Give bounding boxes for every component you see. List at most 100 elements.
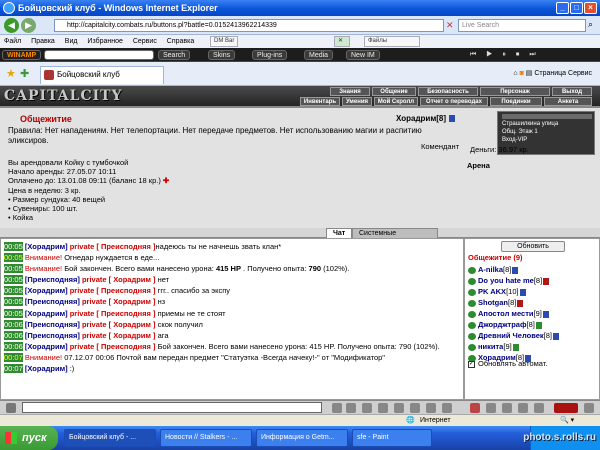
- chat-timestamp[interactable]: 00:06: [4, 330, 23, 340]
- location-link[interactable]: Страшилкина улица: [502, 120, 590, 128]
- commandant-link[interactable]: Комендант: [421, 142, 459, 151]
- online-user-name[interactable]: Древний Человек: [478, 331, 544, 340]
- chat-timestamp[interactable]: 00:05: [4, 264, 23, 274]
- chat-private-target[interactable]: private [ Преисподняя ]: [68, 242, 156, 251]
- map-icon[interactable]: [502, 403, 512, 413]
- menu-file[interactable]: Файл: [4, 35, 21, 48]
- print-icon[interactable]: ▤: [526, 70, 533, 77]
- media-button[interactable]: Media: [304, 50, 334, 60]
- chat-private-target[interactable]: private [ Преисподняя ]: [68, 309, 156, 318]
- chat-sender[interactable]: [Преисподняя]: [25, 331, 80, 340]
- private-message-icon[interactable]: [468, 299, 476, 307]
- private-message-icon[interactable]: [468, 343, 476, 351]
- x-tool-icon[interactable]: ✕: [334, 36, 350, 47]
- online-user-name[interactable]: Апостол мести: [478, 309, 534, 318]
- forward-icon[interactable]: ▶: [21, 18, 36, 33]
- online-user[interactable]: Shotgan[8]: [467, 297, 599, 308]
- favorites-star-icon[interactable]: ★: [6, 67, 16, 80]
- chat-sender[interactable]: [Хорадрим]: [25, 364, 68, 373]
- chat-timestamp[interactable]: 00:05: [4, 242, 23, 251]
- chat-sender[interactable]: [Преисподняя]: [25, 297, 80, 306]
- chat-timestamp[interactable]: 00:06: [4, 341, 23, 351]
- task-fight-club[interactable]: Бойцовский клуб - ...: [64, 429, 156, 447]
- location-link[interactable]: Вход-VIP: [502, 136, 590, 144]
- nav-knowledge[interactable]: Знания: [330, 87, 370, 96]
- online-user[interactable]: Джорджтраф[8]: [467, 319, 599, 330]
- online-user[interactable]: Апостол мести[9]: [467, 308, 599, 319]
- menu-favorites[interactable]: Избранное: [87, 35, 122, 48]
- private-message-icon[interactable]: [468, 332, 476, 340]
- search-input[interactable]: Live Search: [458, 19, 586, 32]
- chat-private-target[interactable]: private [ Хорадрим ]: [80, 275, 156, 284]
- online-user-name[interactable]: никита: [478, 342, 503, 351]
- nav-security[interactable]: Безопасность: [418, 87, 478, 96]
- menu-tools[interactable]: Сервис: [133, 35, 157, 48]
- user-info-icon[interactable]: [542, 310, 549, 318]
- chat-timestamp[interactable]: 00:07: [4, 364, 23, 374]
- arena-link[interactable]: Арена: [467, 161, 490, 170]
- start-button[interactable]: пуск: [0, 426, 58, 450]
- inventory-icon[interactable]: [486, 403, 496, 413]
- user-info-icon[interactable]: [512, 343, 519, 351]
- log-icon[interactable]: [442, 403, 452, 413]
- menu-edit[interactable]: Правка: [31, 35, 55, 48]
- chat-sender[interactable]: [Преисподняя]: [25, 320, 80, 329]
- battle-icon[interactable]: [470, 403, 480, 413]
- user-info-icon[interactable]: [535, 321, 542, 329]
- chat-sender[interactable]: [Преисподняя]: [25, 275, 80, 284]
- menu-help[interactable]: Справка: [167, 35, 194, 48]
- files-dropdown[interactable]: Файлы: [364, 36, 420, 47]
- chat-timestamp[interactable]: 00:05: [4, 275, 23, 285]
- chat-private-target[interactable]: private [ Преисподняя ]: [68, 286, 156, 295]
- chat-sender[interactable]: [Хорадрим]: [25, 286, 68, 295]
- back-icon[interactable]: ◀: [4, 18, 19, 33]
- menu-view[interactable]: Вид: [65, 35, 78, 48]
- character-name[interactable]: Хорадрим[8]: [396, 114, 456, 123]
- winamp-search-input[interactable]: [44, 50, 154, 60]
- task-stalkers-news[interactable]: Новости // Stalkers - ...: [160, 429, 252, 447]
- chat-timestamp[interactable]: 00:06: [4, 319, 23, 329]
- chat-private-target[interactable]: private [ Хорадрим ]: [80, 297, 156, 306]
- nav-skills[interactable]: Умения: [342, 97, 372, 106]
- add-favorites-icon[interactable]: ✚: [20, 67, 29, 80]
- send-icon[interactable]: [332, 403, 342, 413]
- nav-inventory[interactable]: Инвентарь: [300, 97, 340, 106]
- search-icon[interactable]: ⌕: [588, 19, 593, 30]
- home-icon[interactable]: ⌂: [513, 70, 517, 77]
- plugins-button[interactable]: Plug-ins: [252, 50, 288, 60]
- autorefresh-checkbox[interactable]: ✓ Обновлять автомат.: [468, 359, 547, 368]
- task-getm-info[interactable]: Информация о Getm...: [256, 429, 348, 447]
- dm-bar-button[interactable]: DM Bar: [210, 36, 239, 47]
- nav-chat[interactable]: Общение: [372, 87, 416, 96]
- task-paint[interactable]: sfe - Paint: [352, 429, 432, 447]
- chat-timestamp[interactable]: 00:05: [4, 253, 23, 263]
- user-info-icon[interactable]: [519, 288, 526, 296]
- chat-timestamp[interactable]: 00:07: [4, 352, 23, 362]
- private-message-icon[interactable]: [468, 288, 476, 296]
- chat-private-target[interactable]: private [ Хорадрим ]: [80, 320, 156, 329]
- online-user-name[interactable]: A-nilka: [478, 265, 503, 274]
- winamp-search-button[interactable]: Search: [158, 50, 191, 60]
- sound-icon[interactable]: [426, 403, 436, 413]
- online-user[interactable]: A-nilka[8]: [467, 264, 599, 275]
- clear-icon[interactable]: [346, 403, 356, 413]
- user-info-icon[interactable]: [553, 332, 560, 340]
- exit-game-icon[interactable]: [584, 403, 594, 413]
- location-link[interactable]: Общ. Этаж 1: [502, 128, 590, 136]
- private-message-icon[interactable]: [468, 321, 476, 329]
- filter-icon[interactable]: [378, 403, 388, 413]
- stop-icon[interactable]: ✕: [446, 20, 454, 31]
- chat-settings-icon[interactable]: [362, 403, 372, 413]
- user-info-icon[interactable]: [543, 277, 550, 285]
- extend-rent-icon[interactable]: ✚: [163, 176, 169, 185]
- smiley-icon[interactable]: [6, 403, 16, 413]
- tab-chat[interactable]: Чат: [326, 228, 353, 238]
- rss-icon[interactable]: ◙: [520, 70, 524, 77]
- nav-exit[interactable]: Выход: [552, 87, 592, 96]
- url-field[interactable]: http://capitalcity.combats.ru/buttons.pl…: [54, 19, 444, 32]
- online-user-name[interactable]: PK AKX: [478, 287, 506, 296]
- online-user-name[interactable]: Shotgan: [478, 298, 508, 307]
- maximize-button[interactable]: □: [570, 2, 583, 14]
- zoom-control[interactable]: 🔍 ▾: [560, 415, 574, 426]
- private-message-icon[interactable]: [468, 310, 476, 318]
